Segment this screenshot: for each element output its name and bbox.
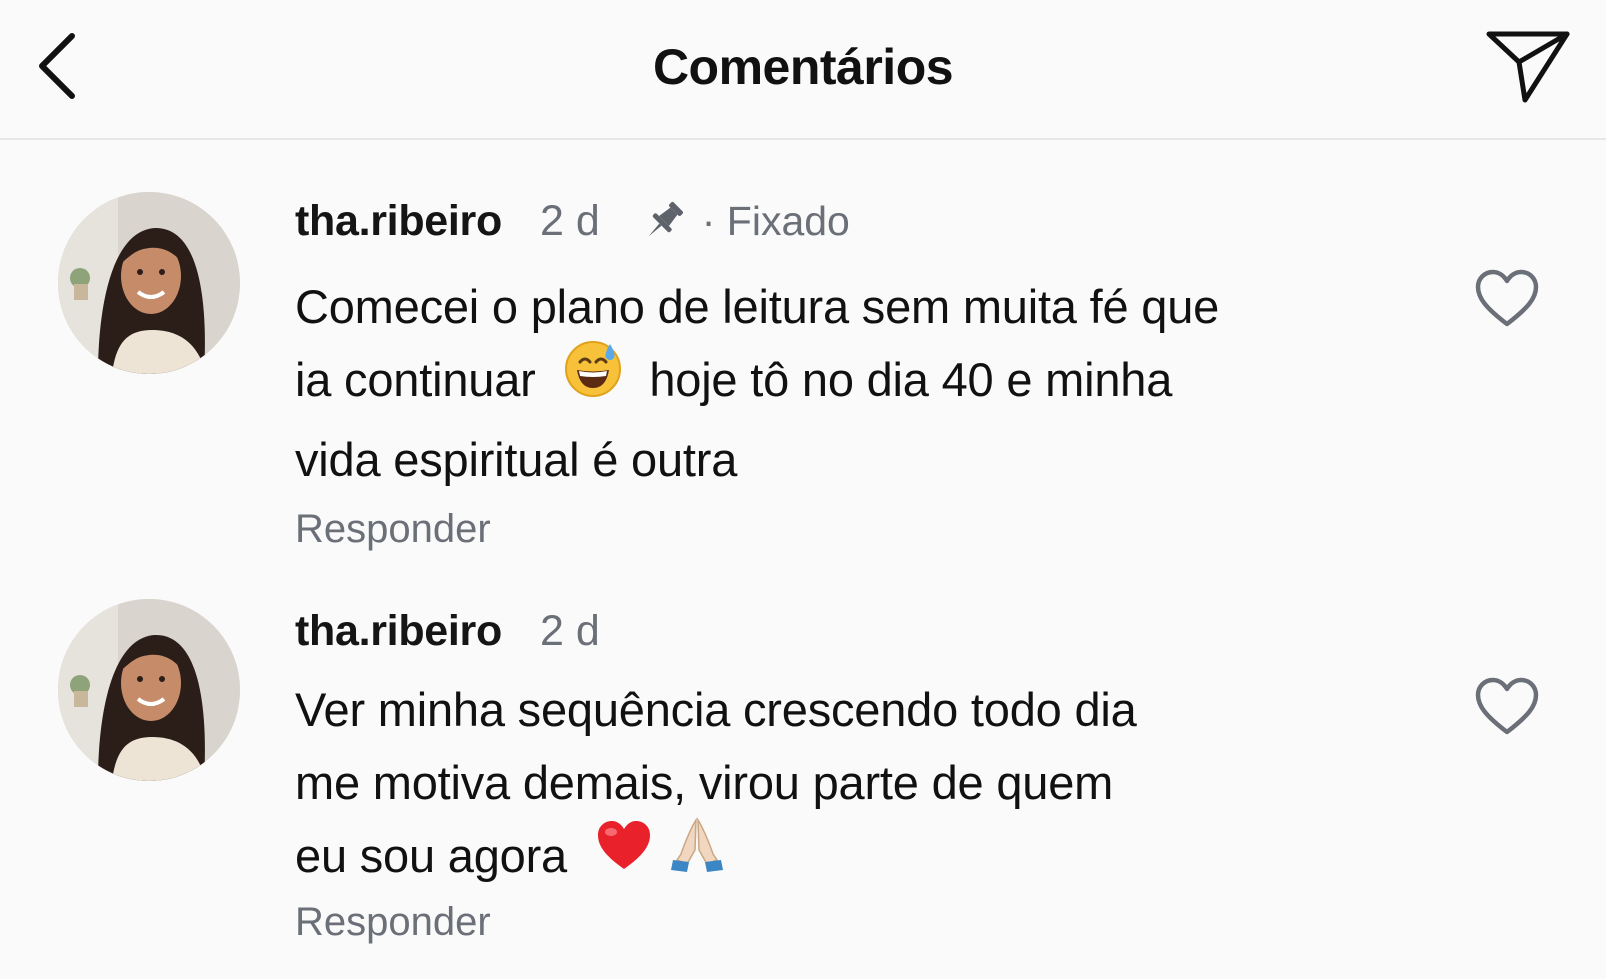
grinning-face-with-sweat-icon: [564, 340, 622, 418]
avatar[interactable]: [58, 599, 240, 781]
timestamp: 2 d: [539, 606, 600, 655]
comment-meta: tha.ribeiro 2 d · Fixado: [295, 191, 850, 251]
comment-line: Ver minha sequência crescendo todo dia: [295, 683, 1137, 736]
comment-line: Comecei o plano de leitura sem muita fé …: [295, 280, 1220, 333]
pinned-label: · Fixado: [701, 197, 850, 244]
username[interactable]: tha.ribeiro: [295, 197, 502, 246]
folded-hands-icon: [669, 816, 725, 894]
comment-text-segment: hoje tô no dia 40 e minha: [649, 353, 1173, 406]
page-title: Comentários: [652, 39, 954, 95]
comment-text: Ver minha sequência crescendo todo dia m…: [295, 673, 1295, 899]
top-bar: Comentários: [0, 0, 1606, 140]
heart-icon: [1475, 677, 1539, 735]
comment-text: Comecei o plano de leitura sem muita fé …: [295, 270, 1295, 496]
comment-meta: tha.ribeiro 2 d: [295, 601, 600, 661]
red-heart-icon: [596, 818, 652, 891]
avatar-photo: [58, 192, 240, 374]
reply-button[interactable]: Responder: [295, 900, 491, 945]
paper-plane-icon: [1486, 31, 1570, 103]
comment-line: me motiva demais, virou parte de quem: [295, 756, 1114, 809]
heart-icon: [1475, 269, 1539, 327]
comment-text-segment: eu sou agora: [295, 829, 567, 882]
avatar-photo: [58, 599, 240, 781]
username[interactable]: tha.ribeiro: [295, 607, 502, 656]
reply-button[interactable]: Responder: [295, 507, 491, 552]
comment-line: eu sou agora: [295, 816, 1295, 899]
timestamp: 2 d: [539, 196, 600, 245]
comment-text-segment: ia continuar: [295, 353, 536, 406]
like-button[interactable]: [1474, 676, 1540, 736]
avatar[interactable]: [58, 192, 240, 374]
share-button[interactable]: [1485, 26, 1571, 106]
pin-icon: [640, 197, 688, 245]
like-button[interactable]: [1474, 268, 1540, 328]
comment-line: vida espiritual é outra: [295, 432, 738, 486]
comment-line: ia continuar hoje tô no dia 40 e minha: [295, 340, 1295, 423]
